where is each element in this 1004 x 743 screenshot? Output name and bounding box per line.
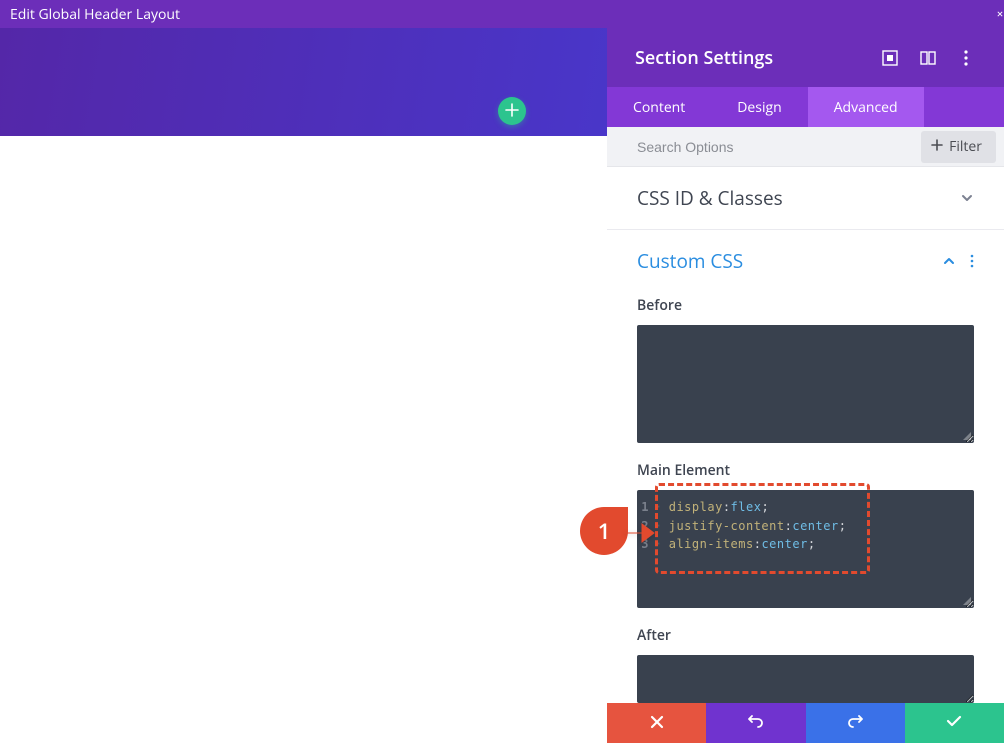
line-number: 3 bbox=[637, 535, 655, 554]
close-icon[interactable] bbox=[996, 0, 1004, 28]
plus-icon bbox=[931, 137, 943, 156]
close-icon bbox=[650, 712, 664, 734]
topbar-title: Edit Global Header Layout bbox=[10, 5, 180, 24]
field-label: Before bbox=[637, 296, 974, 315]
redo-button[interactable] bbox=[806, 703, 905, 743]
field-label: Main Element bbox=[637, 461, 974, 480]
sidebar-title: Section Settings bbox=[635, 46, 862, 70]
search-row: Filter bbox=[607, 127, 1004, 167]
page-header-canvas bbox=[0, 28, 607, 136]
resize-handle-icon[interactable] bbox=[963, 597, 971, 605]
accordion-title: CSS ID & Classes bbox=[637, 185, 960, 211]
footer-actions bbox=[607, 703, 1004, 743]
code-text: justify-content:center; bbox=[663, 517, 847, 536]
undo-button[interactable] bbox=[706, 703, 805, 743]
sidebar: Section Settings Content Design Advanced… bbox=[607, 28, 1004, 743]
css-before-input[interactable] bbox=[637, 325, 974, 443]
save-button[interactable] bbox=[905, 703, 1004, 743]
field-before: Before bbox=[607, 282, 1004, 447]
plus-icon bbox=[505, 99, 519, 123]
search-input[interactable] bbox=[637, 139, 921, 155]
redo-icon bbox=[847, 712, 863, 734]
code-text: align-items:center; bbox=[663, 535, 816, 554]
accordion-title: Custom CSS bbox=[637, 248, 942, 274]
tab-content[interactable]: Content bbox=[607, 87, 711, 127]
accordion-css-id-classes[interactable]: CSS ID & Classes bbox=[607, 167, 1004, 230]
sidebar-header: Section Settings bbox=[607, 28, 1004, 87]
css-main-input[interactable]: 1· display:flex; 2· justify-content:cent… bbox=[637, 490, 974, 608]
accordion-custom-css[interactable]: Custom CSS bbox=[607, 230, 1004, 282]
more-icon[interactable] bbox=[956, 48, 976, 68]
add-section-button[interactable] bbox=[498, 97, 526, 125]
tabs: Content Design Advanced bbox=[607, 87, 1004, 127]
field-label: After bbox=[637, 626, 974, 645]
discard-button[interactable] bbox=[607, 703, 706, 743]
field-after: After bbox=[607, 612, 1004, 707]
expand-icon[interactable] bbox=[880, 48, 900, 68]
filter-button[interactable]: Filter bbox=[921, 131, 996, 163]
chevron-down-icon bbox=[960, 191, 974, 205]
undo-icon bbox=[748, 712, 764, 734]
tab-advanced[interactable]: Advanced bbox=[808, 87, 924, 127]
topbar: Edit Global Header Layout bbox=[0, 0, 1004, 28]
line-number: 1 bbox=[637, 498, 655, 517]
tab-design[interactable]: Design bbox=[711, 87, 807, 127]
filter-label: Filter bbox=[949, 137, 982, 156]
check-icon bbox=[946, 712, 962, 734]
field-main: Main Element 1· display:flex; 2· justify… bbox=[607, 447, 1004, 612]
panel-body: CSS ID & Classes Custom CSS Before Main … bbox=[607, 167, 1004, 743]
chevron-up-icon bbox=[942, 254, 956, 268]
line-number: 2 bbox=[637, 517, 655, 536]
code-text: display:flex; bbox=[663, 498, 769, 517]
resize-handle-icon[interactable] bbox=[963, 432, 971, 440]
columns-icon[interactable] bbox=[918, 48, 938, 68]
css-after-input[interactable] bbox=[637, 655, 974, 703]
more-icon[interactable] bbox=[970, 254, 974, 268]
